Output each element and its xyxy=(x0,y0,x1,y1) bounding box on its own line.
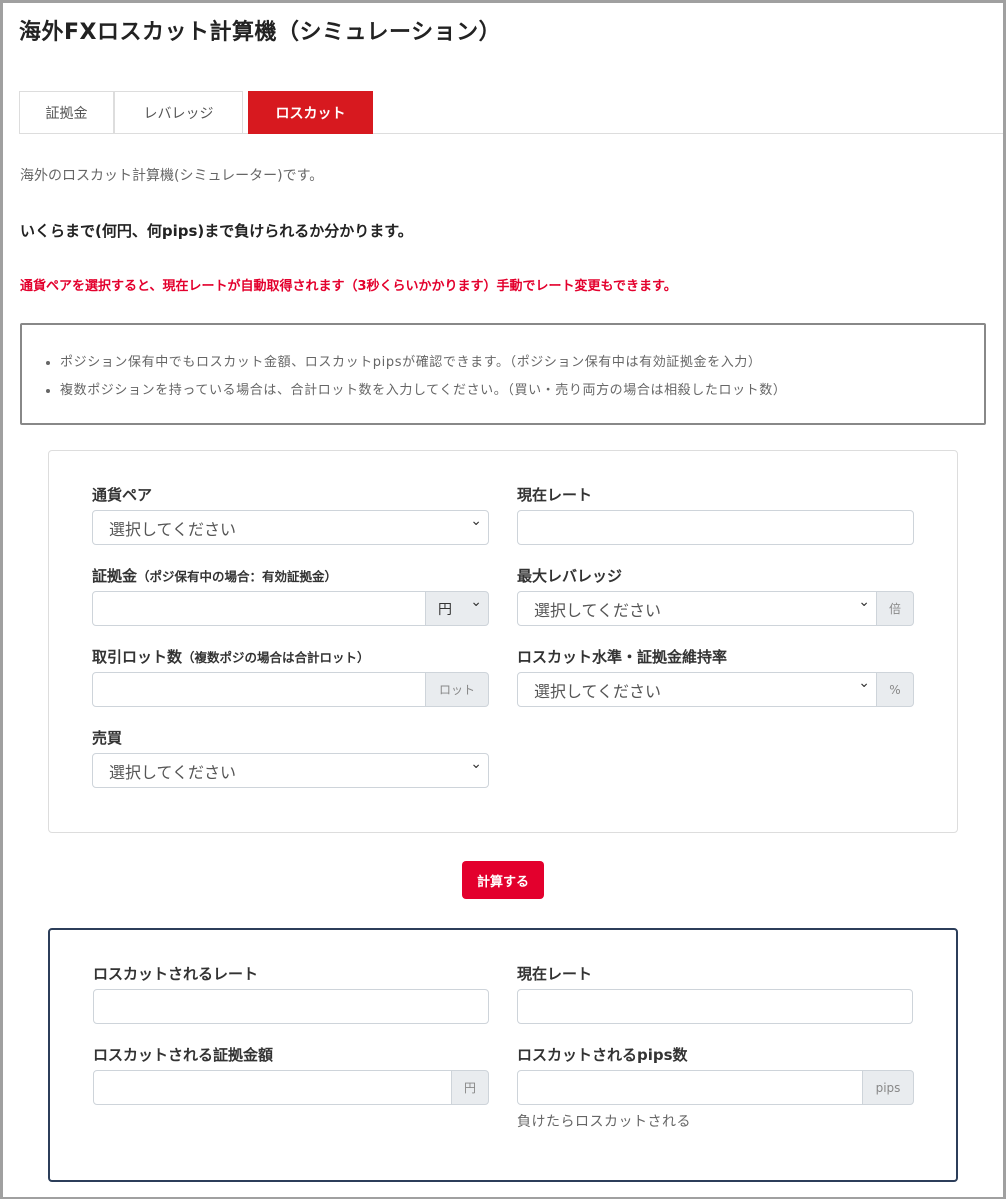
side-value: 選択してください xyxy=(109,762,237,782)
leverage-label: 最大レバレッジ xyxy=(517,567,623,585)
leverage-select[interactable]: 選択してください xyxy=(517,591,877,626)
lots-label: 取引ロット数（複数ポジの場合は合計ロット） xyxy=(92,646,370,667)
note-item: 複数ポジションを持っている場合は、合計ロット数を入力してください。（買い・売り両… xyxy=(60,377,984,405)
margin-label-text: 証拠金 xyxy=(92,567,138,585)
intro-text: 海外のロスカット計算機(シミュレーター)です。 xyxy=(20,168,324,184)
losscut-level-select[interactable]: 選択してください xyxy=(517,672,877,707)
note-item: ポジション保有中でもロスカット金額、ロスカットpipsが確認できます。（ポジショ… xyxy=(60,349,984,377)
tab-losscut[interactable]: ロスカット xyxy=(248,91,373,134)
current-rate-input[interactable] xyxy=(517,510,914,545)
result-current-rate-output[interactable] xyxy=(517,989,913,1024)
rate-label: 現在レート xyxy=(517,486,593,504)
page-title: 海外FXロスカット計算機（シミュレーション） xyxy=(19,20,502,45)
margin-label-note: （ポジ保有中の場合：有効証拠金） xyxy=(137,569,338,584)
result-rate-label: 現在レート xyxy=(517,965,593,983)
leverage-value: 選択してください xyxy=(534,600,662,620)
margin-label: 証拠金（ポジ保有中の場合：有効証拠金） xyxy=(92,565,337,586)
tab-leverage[interactable]: レバレッジ xyxy=(114,91,243,134)
level-value: 選択してください xyxy=(534,681,662,701)
buy-sell-select[interactable]: 選択してください xyxy=(92,753,489,788)
losscut-pips-output[interactable] xyxy=(517,1070,863,1105)
losscut-margin-output[interactable] xyxy=(93,1070,452,1105)
lots-label-text: 取引ロット数 xyxy=(92,648,183,666)
side-label: 売買 xyxy=(92,729,123,747)
losscut-pips-help: 負けたらロスカットされる xyxy=(517,1114,691,1130)
pair-label: 通貨ペア xyxy=(92,486,153,504)
losscut-margin-label: ロスカットされる証拠金額 xyxy=(93,1046,274,1064)
tab-margin[interactable]: 証拠金 xyxy=(19,91,114,134)
notice-box: ポジション保有中でもロスカット金額、ロスカットpipsが確認できます。（ポジショ… xyxy=(20,323,986,425)
lots-label-note: （複数ポジの場合は合計ロット） xyxy=(182,650,370,665)
alert-text: 通貨ペアを選択すると、現在レートが自動取得されます（3秒くらいかかります）手動で… xyxy=(20,279,677,294)
margin-input[interactable] xyxy=(92,591,426,626)
lots-unit: ロット xyxy=(425,672,489,707)
pair-value: 選択してください xyxy=(109,519,237,539)
losscut-margin-unit: 円 xyxy=(451,1070,489,1105)
calculator-tabs: 証拠金 レバレッジ ロスカット xyxy=(19,91,1003,134)
subtitle-text: いくらまで(何円、何pips)まで負けられるか分かります。 xyxy=(20,222,413,240)
calculate-button[interactable]: 計算する xyxy=(462,861,544,899)
level-unit: % xyxy=(876,672,914,707)
margin-currency-select[interactable]: 円 xyxy=(425,591,489,626)
losscut-rate-output[interactable] xyxy=(93,989,489,1024)
losscut-pips-label: ロスカットされるpips数 xyxy=(517,1046,688,1064)
losscut-pips-unit: pips xyxy=(862,1070,914,1105)
leverage-unit: 倍 xyxy=(876,591,914,626)
level-label: ロスカット水準・証拠金維持率 xyxy=(517,648,728,666)
lots-input[interactable] xyxy=(92,672,426,707)
margin-unit: 円 xyxy=(438,601,452,618)
losscut-rate-label: ロスカットされるレート xyxy=(93,965,259,983)
currency-pair-select[interactable]: 選択してください xyxy=(92,510,489,545)
